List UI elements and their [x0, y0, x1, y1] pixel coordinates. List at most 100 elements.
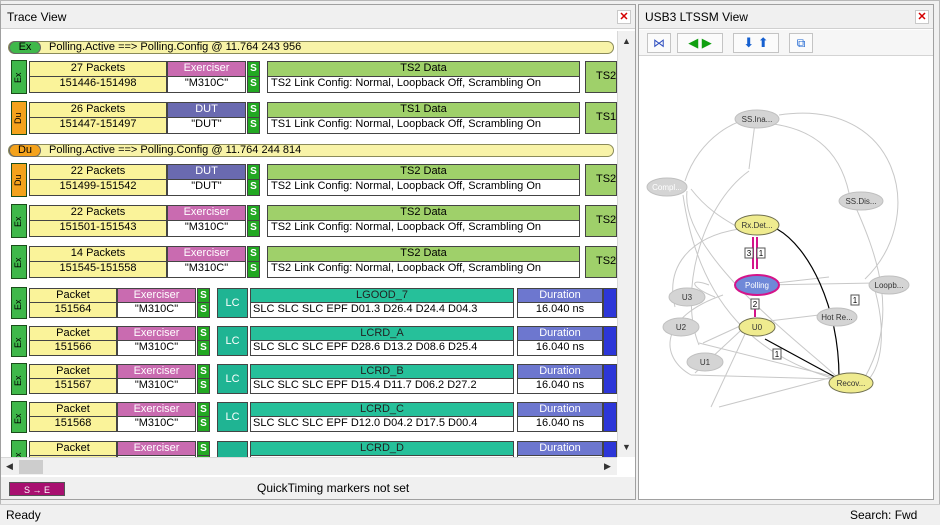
lc-packet-number: 151564	[29, 302, 117, 318]
lc-next-cell	[603, 441, 617, 457]
transition-banner[interactable]: Du Polling.Active ==> Polling.Config @ 1…	[8, 144, 614, 157]
ltssm-toolbar: ⋈ ◀ ▶ ⬇ ⬆ ⧉	[639, 30, 933, 56]
lc-duration-value: 16.040 ns	[517, 416, 603, 432]
lc-type: LC	[217, 402, 248, 432]
svg-text:1: 1	[759, 249, 764, 258]
lc-s-flag: S	[197, 441, 210, 456]
packet-s-flag: S	[247, 76, 260, 93]
banner-tag: Du	[9, 144, 41, 157]
lc-type: LC	[217, 364, 248, 394]
transition-banner[interactable]: Ex Polling.Active ==> Polling.Config @ 1…	[8, 41, 614, 54]
packet-range: 151545-151558	[29, 261, 167, 278]
packet-group-row[interactable]: Ex 27 Packets 151446-151498 Exerciser "M…	[11, 60, 617, 94]
lc-next-cell	[603, 288, 617, 318]
close-trace-view-button[interactable]: ✕	[617, 10, 631, 24]
packet-group-row[interactable]: Ex 22 Packets 151501-151543 Exerciser "M…	[11, 204, 617, 238]
lc-packet-number: 151567	[29, 378, 117, 394]
packet-side-tag: Ex	[11, 325, 27, 357]
banner-tag: Ex	[9, 41, 41, 54]
lc-packet-label: Packet	[29, 326, 117, 341]
lc-head: LCRD_C	[250, 402, 514, 417]
lc-head: LCRD_B	[250, 364, 514, 379]
lc-next-cell	[603, 364, 617, 394]
scroll-left-icon[interactable]: ◀	[1, 458, 18, 475]
packet-side-tag: Ex	[11, 204, 27, 238]
packet-source: DUT	[167, 164, 246, 180]
fit-view-icon[interactable]: ⋈	[647, 33, 671, 53]
svg-text:3: 3	[747, 249, 752, 258]
packet-s-flag: S	[247, 117, 260, 134]
svg-text:Polling: Polling	[745, 281, 769, 290]
svg-text:U2: U2	[676, 323, 687, 332]
lc-s-flag: S	[197, 416, 210, 432]
link-command-row[interactable]: Ex Packet 151568 Exerciser "M310C" S S L…	[11, 401, 617, 433]
packet-group-row[interactable]: Du 22 Packets 151499-151542 DUT "DUT" S …	[11, 163, 617, 197]
packet-group-row[interactable]: Du 26 Packets 151447-151497 DUT "DUT" S …	[11, 101, 617, 135]
svg-text:Rx.Det...: Rx.Det...	[741, 221, 772, 230]
back-arrow-icon[interactable]: ◀ ▶	[677, 33, 723, 53]
packet-s-flag: S	[247, 164, 260, 180]
packet-range: 151446-151498	[29, 76, 167, 93]
packet-side-tag: Du	[11, 101, 27, 135]
lc-source-name: "M310C"	[117, 302, 196, 318]
packet-s-flag: S	[247, 102, 260, 118]
svg-text:SS.Ina...: SS.Ina...	[742, 115, 773, 124]
lc-duration-label: Duration	[517, 402, 603, 417]
lc-type: LC	[217, 326, 248, 356]
scroll-up-icon[interactable]: ▲	[618, 33, 635, 50]
packet-source: Exerciser	[167, 246, 246, 262]
down-up-arrow-icon[interactable]: ⬇ ⬆	[733, 33, 779, 53]
trace-vertical-scrollbar[interactable]: ▲ ▼	[617, 31, 635, 457]
lc-s-flag: S	[197, 326, 210, 341]
lc-source: Exerciser	[117, 326, 196, 341]
packet-range: 151447-151497	[29, 117, 167, 134]
lc-type: LC	[217, 288, 248, 318]
lc-body: SLC SLC SLC EPF D12.0 D04.2 D17.5 D00.4	[250, 416, 514, 432]
lc-head: LCRD_A	[250, 326, 514, 341]
packet-next: TS2	[585, 164, 617, 196]
svg-text:Hot Re...: Hot Re...	[821, 313, 853, 322]
lc-duration-value: 16.040 ns	[517, 340, 603, 356]
lc-packet-number: 151568	[29, 416, 117, 432]
ltssm-view-pane: USB3 LTSSM View ✕ ⋈ ◀ ▶ ⬇ ⬆ ⧉ SS.Ina... …	[638, 4, 934, 500]
scroll-down-icon[interactable]: ▼	[618, 439, 635, 456]
scroll-right-icon[interactable]: ▶	[599, 458, 616, 475]
banner-text: Polling.Active ==> Polling.Config @ 11.7…	[49, 144, 302, 156]
packet-source: DUT	[167, 102, 246, 118]
packet-data-desc: TS1 Link Config: Normal, Loopback Off, S…	[267, 117, 580, 134]
lc-duration-label: Duration	[517, 441, 603, 456]
packet-s-flag: S	[247, 205, 260, 221]
close-ltssm-view-button[interactable]: ✕	[915, 10, 929, 24]
svg-text:U1: U1	[700, 358, 711, 367]
link-command-row[interactable]: Ex Packet Exerciser S S LCRD_D Duration	[11, 440, 617, 457]
link-command-row[interactable]: Ex Packet 151564 Exerciser "M310C" S S L…	[11, 287, 617, 319]
packet-data-type: TS2 Data	[267, 61, 580, 77]
packet-source-name: "DUT"	[167, 117, 246, 134]
trace-view-title: Trace View	[1, 5, 635, 29]
packet-side-tag: Du	[11, 163, 27, 197]
link-command-row[interactable]: Ex Packet 151567 Exerciser "M310C" S S L…	[11, 363, 617, 395]
svg-text:SS.Dis...: SS.Dis...	[845, 197, 876, 206]
lc-source: Exerciser	[117, 364, 196, 379]
horizontal-scroll-thumb[interactable]	[19, 460, 43, 474]
packet-group-row[interactable]: Ex 14 Packets 151545-151558 Exerciser "M…	[11, 245, 617, 279]
packet-source-name: "M310C"	[167, 261, 246, 278]
lc-source: Exerciser	[117, 402, 196, 417]
packet-count: 27 Packets	[29, 61, 167, 77]
lc-body: SLC SLC SLC EPF D28.6 D13.2 D08.6 D25.4	[250, 340, 514, 356]
trace-view-pane: Trace View ✕ Ex Polling.Active ==> Polli…	[0, 4, 636, 500]
lc-duration-value: 16.040 ns	[517, 302, 603, 318]
packet-range: 151499-151542	[29, 179, 167, 196]
trace-horizontal-scrollbar[interactable]: ◀ ▶	[1, 457, 617, 475]
lc-duration-label: Duration	[517, 288, 603, 303]
svg-text:U0: U0	[752, 323, 763, 332]
layout-icon[interactable]: ⧉	[789, 33, 813, 53]
packet-s-flag: S	[247, 220, 260, 237]
ltssm-graph: SS.Ina... Compl... SS.Dis... Rx.Det... P…	[646, 109, 910, 408]
packet-source-name: "M310C"	[167, 220, 246, 237]
link-command-row[interactable]: Ex Packet 151566 Exerciser "M310C" S S L…	[11, 325, 617, 357]
marker-button[interactable]: S → E	[9, 482, 65, 496]
packet-data-desc: TS2 Link Config: Normal, Loopback Off, S…	[267, 220, 580, 237]
packet-side-tag: Ex	[11, 440, 27, 457]
packet-side-tag: Ex	[11, 245, 27, 279]
